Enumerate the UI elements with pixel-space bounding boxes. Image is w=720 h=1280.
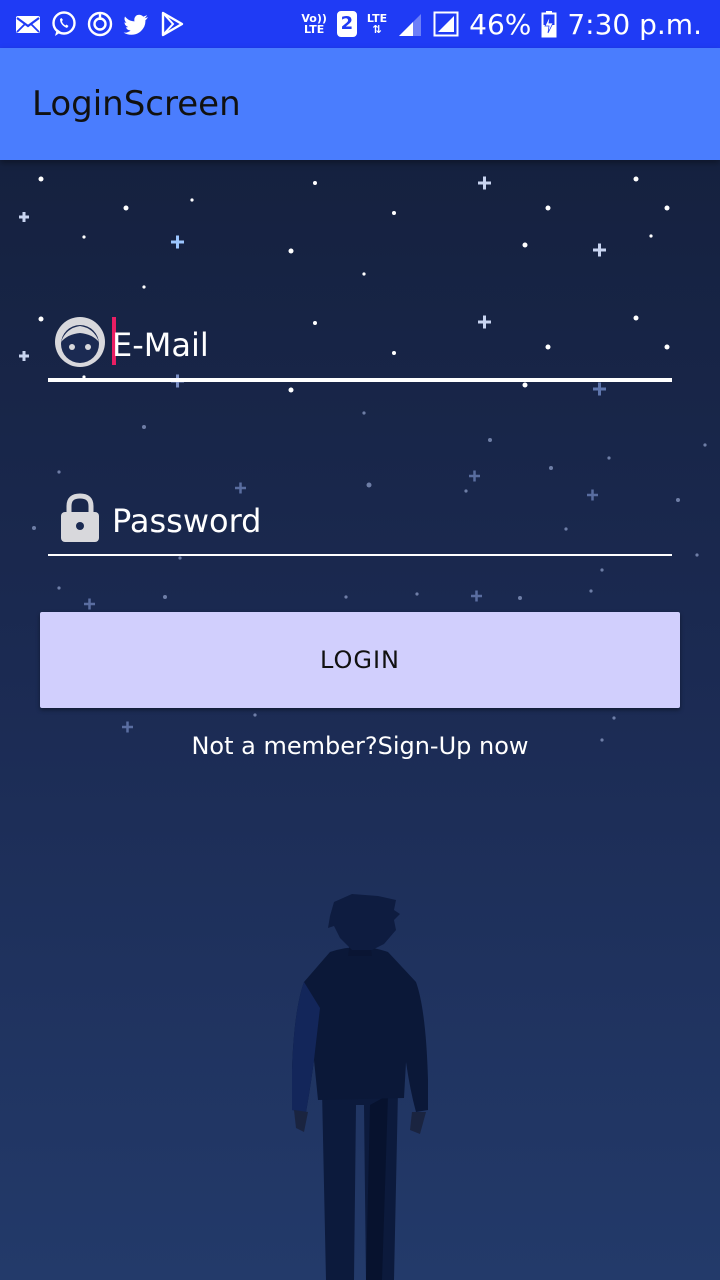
- signup-link[interactable]: Not a member?Sign-Up now: [0, 732, 720, 760]
- sim-badge: 2: [336, 11, 357, 37]
- person-silhouette: [292, 894, 428, 1280]
- notification-icons: [14, 8, 186, 40]
- volte-indicator: Vo)) LTE: [301, 13, 327, 35]
- battery-charging-icon: [541, 11, 557, 38]
- mail-icon: [16, 16, 40, 33]
- lte-indicator: LTE ⇅: [367, 13, 387, 35]
- login-screen-content: E-Mail Password LOGIN Not a member?Sign-…: [0, 160, 720, 1280]
- email-placeholder: E-Mail: [112, 326, 209, 364]
- password-underline: [48, 554, 672, 556]
- battery-percent: 46%: [469, 7, 532, 41]
- lock-icon: [61, 493, 99, 542]
- data-arrows-icon: ⇅: [372, 23, 382, 36]
- login-button[interactable]: LOGIN: [40, 612, 680, 708]
- whatsapp-icon: [52, 11, 76, 36]
- app-bar: LoginScreen: [0, 48, 720, 160]
- twitter-icon: [123, 14, 148, 35]
- app-title: LoginScreen: [32, 84, 241, 124]
- clock: 7:30 p.m.: [567, 7, 702, 41]
- face-icon: [55, 317, 105, 367]
- sync-icon: [87, 11, 113, 37]
- signal-box-icon: [433, 11, 459, 37]
- email-field[interactable]: E-Mail: [48, 302, 672, 382]
- status-bar: Vo)) LTE 2 LTE ⇅ 46% 7:30 p.m.: [0, 0, 720, 48]
- play-store-icon: [161, 11, 184, 37]
- signal-icon: [399, 14, 422, 36]
- volte-lte-label: LTE: [304, 23, 325, 36]
- password-field[interactable]: Password: [48, 476, 672, 556]
- password-placeholder: Password: [112, 502, 262, 540]
- email-underline: [48, 378, 672, 382]
- system-indicators: Vo)) LTE 2 LTE ⇅ 46% 7:30 p.m.: [301, 6, 702, 42]
